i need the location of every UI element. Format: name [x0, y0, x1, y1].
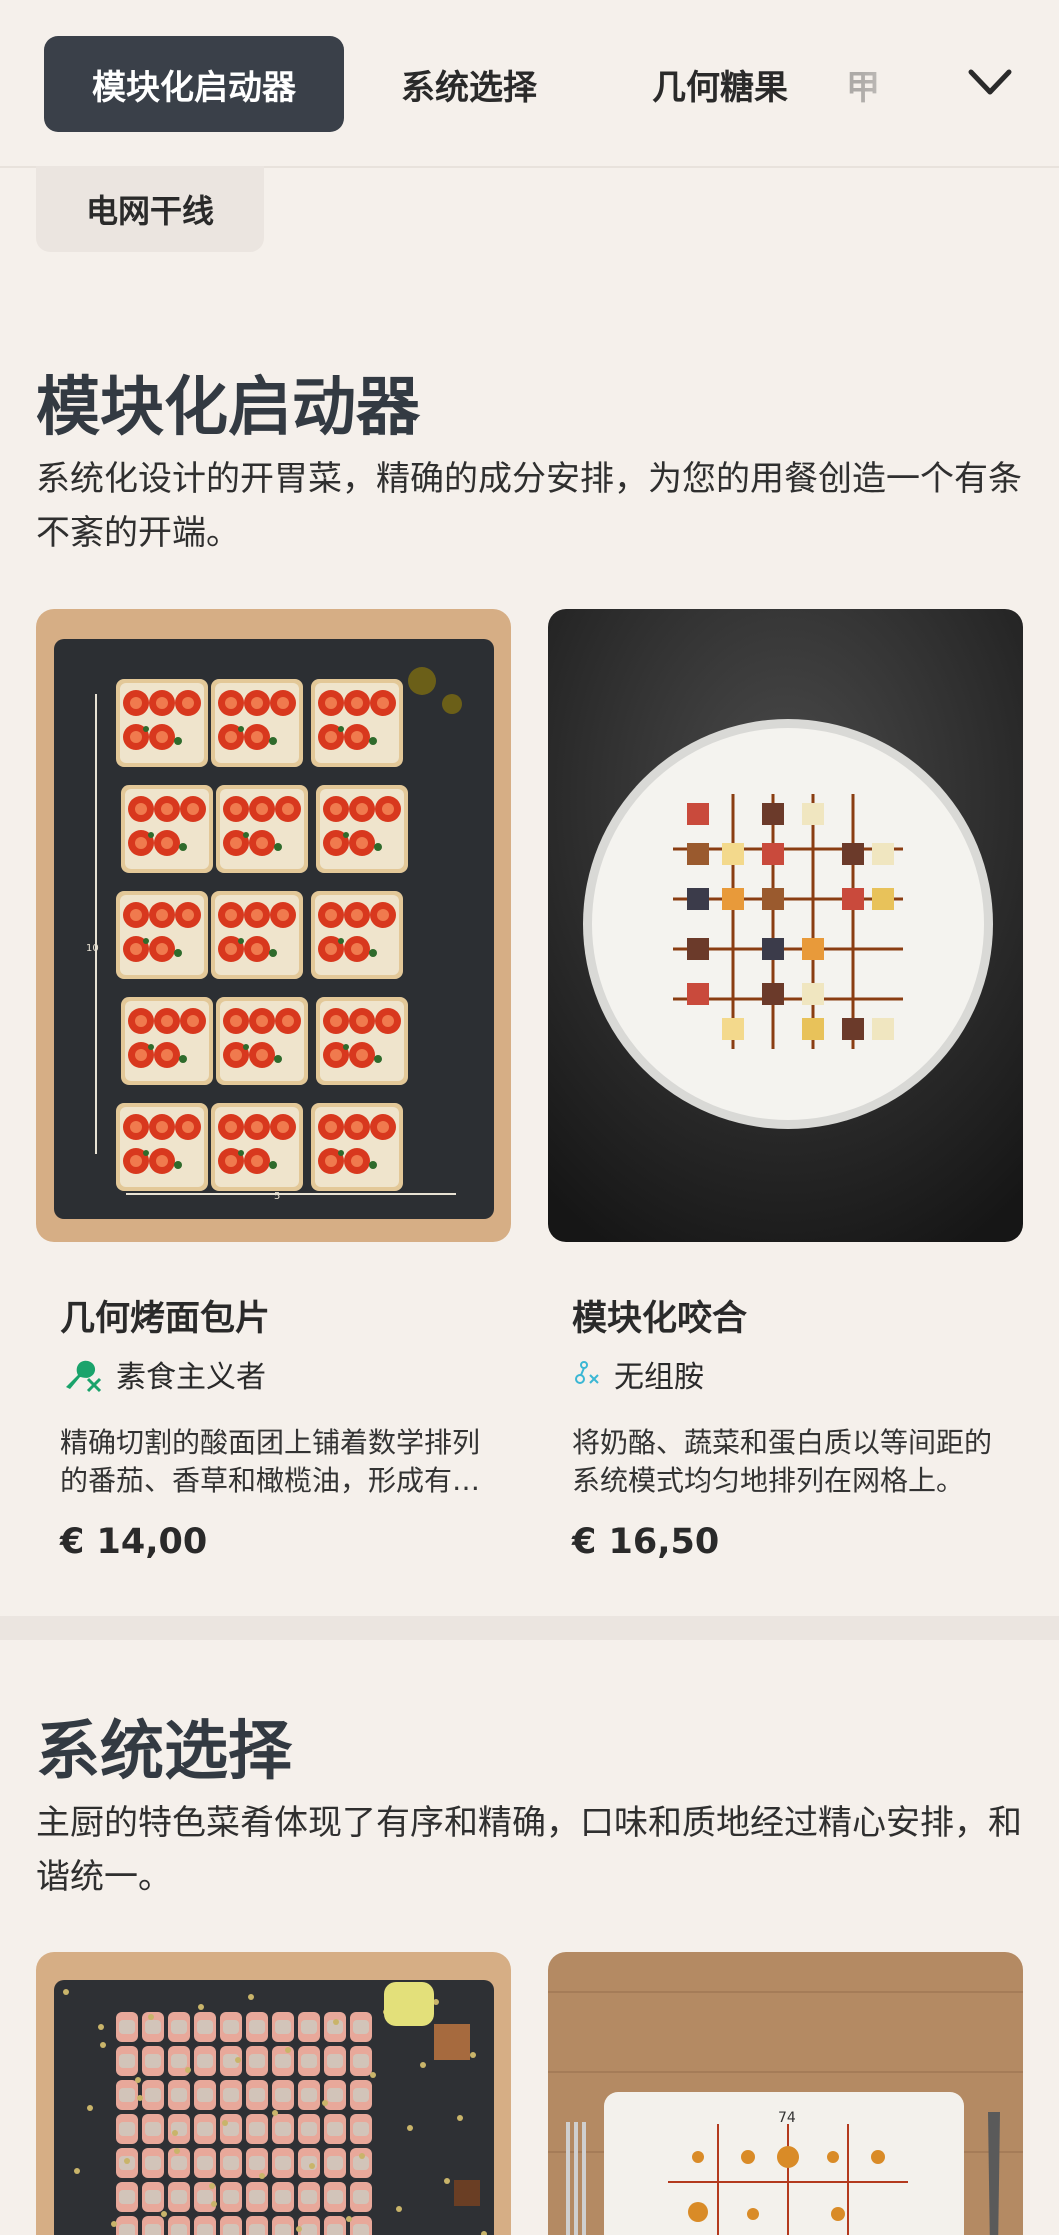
- svg-text:10: 10: [86, 943, 99, 954]
- item-description: 将奶酪、蔬菜和蛋白质以等间距的系统模式均匀地排列在网格上。: [572, 1426, 993, 1497]
- tabs-fade-overlay: [859, 0, 1059, 166]
- svg-text:5: 5: [274, 1191, 280, 1202]
- item-name[interactable]: 几何烤面包片: [60, 1290, 270, 1341]
- tab-modular-starters[interactable]: 模块化启动器: [44, 36, 344, 132]
- vegetarian-drumstick-crossed-icon: [66, 1360, 102, 1393]
- category-tabs: 模块化启动器 系统选择 几何糖果 甲: [44, 36, 906, 132]
- category-nav: 模块化启动器 系统选择 几何糖果 甲: [0, 0, 1059, 168]
- bruschetta-image[interactable]: 10 5: [36, 609, 511, 1242]
- section-title: 系统选择: [36, 1715, 292, 1789]
- dots-plate-image[interactable]: 74: [548, 1952, 1023, 2235]
- subcategory-chip[interactable]: 电网干线: [36, 166, 264, 252]
- menu-page: 模块化启动器 系统选择 几何糖果 甲 电网干线 模块化启动器 系统化设计的开胃菜…: [0, 0, 1059, 2235]
- diet-tag: 无组胺: [572, 1352, 704, 1396]
- item-name[interactable]: 模块化咬合: [572, 1290, 747, 1341]
- section-divider: [0, 1616, 1059, 1640]
- section-description: 系统化设计的开胃菜，精确的成分安排，为您的用餐创造一个有条不紊的开端。: [36, 459, 1022, 553]
- tab-system-selection[interactable]: 系统选择: [344, 36, 594, 132]
- modular-bites-image[interactable]: [548, 609, 1023, 1242]
- item-description: 精确切割的酸面团上铺着数学排列的番茄、香草和橄榄油，形成有序的网格。: [60, 1426, 481, 1497]
- diet-label: 素食主义者: [116, 1360, 266, 1395]
- section-description: 主厨的特色菜肴体现了有序和精确，口味和质地经过精心安排，和谐统一。: [36, 1803, 1022, 1897]
- tuna-grid-image[interactable]: [36, 1952, 511, 2235]
- plate-label: 74: [778, 2110, 796, 2126]
- item-price: € 14,00: [60, 1522, 208, 1562]
- section-title: 模块化启动器: [36, 371, 420, 445]
- histamine-free-icon: [575, 1361, 599, 1384]
- diet-label: 无组胺: [614, 1360, 704, 1395]
- chevron-down-icon[interactable]: [965, 62, 1015, 102]
- diet-tag: 素食主义者: [60, 1352, 266, 1396]
- item-price: € 16,50: [572, 1522, 720, 1562]
- tab-geometric-sweets[interactable]: 几何糖果: [594, 36, 846, 132]
